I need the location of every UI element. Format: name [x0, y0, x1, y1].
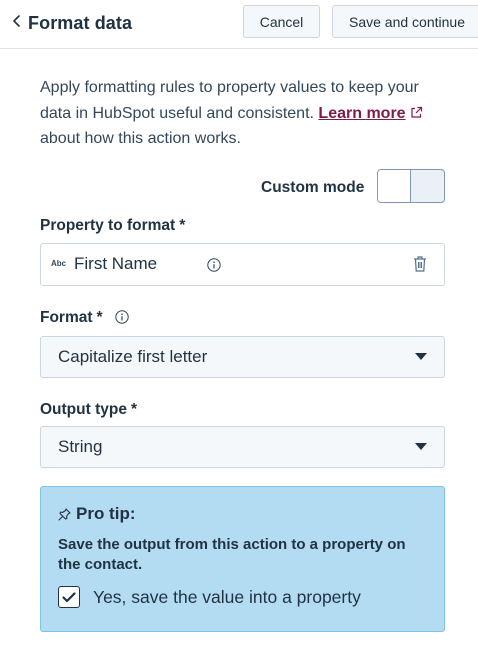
output-type-label-text: Output type — [40, 401, 127, 418]
learn-more-link[interactable]: Learn more — [318, 105, 405, 122]
back-button[interactable]: Format data — [10, 6, 132, 40]
format-selected-value: Capitalize first letter — [58, 347, 208, 366]
pin-icon — [58, 507, 71, 521]
custom-mode-label: Custom mode — [261, 179, 365, 196]
toggle-knob — [378, 170, 411, 202]
caret-down-icon — [415, 443, 427, 450]
intro-text-after: about how this action works. — [40, 130, 241, 147]
info-icon[interactable] — [115, 310, 129, 324]
required-mark: * — [96, 309, 103, 326]
output-type-select[interactable]: String — [40, 426, 445, 468]
property-to-format-label: Property to format * — [40, 217, 185, 235]
trash-icon[interactable] — [413, 255, 427, 273]
format-select[interactable]: Capitalize first letter — [40, 336, 445, 378]
required-mark: * — [130, 401, 138, 418]
selected-property-name: First Name — [74, 254, 158, 273]
save-value-checkbox-label[interactable]: Yes, save the value into a property — [93, 587, 361, 608]
custom-mode-toggle[interactable] — [377, 169, 445, 203]
property-to-format-field[interactable]: Abc First Name — [40, 243, 445, 286]
save-value-checkbox[interactable] — [58, 586, 80, 608]
save-and-continue-button[interactable]: Save and continue — [332, 5, 478, 38]
output-type-selected-value: String — [58, 437, 103, 456]
panel-header: Format data Cancel Save and continue — [0, 0, 478, 49]
external-link-icon[interactable] — [410, 106, 423, 119]
pro-tip-title-text: Pro tip: — [76, 504, 136, 523]
checkmark-icon — [62, 591, 76, 602]
property-label-text: Property to format — [40, 217, 176, 234]
required-mark: * — [179, 217, 186, 234]
chevron-left-icon — [13, 15, 20, 27]
format-label: Format * — [40, 309, 129, 327]
intro-text: Apply formatting rules to property value… — [40, 75, 450, 152]
output-type-label: Output type * — [40, 401, 137, 419]
page-title: Format data — [28, 12, 133, 33]
pro-tip-body: Save the output from this action to a pr… — [58, 536, 406, 573]
pro-tip-title: Pro tip: — [58, 504, 136, 524]
pro-tip-box: Pro tip: Save the output from this actio… — [40, 486, 445, 632]
format-label-text: Format — [40, 309, 93, 326]
format-data-panel: Format data Cancel Save and continue App… — [0, 0, 478, 662]
caret-down-icon — [415, 353, 427, 360]
text-type-badge: Abc — [51, 259, 67, 268]
save-value-checkbox-row[interactable]: Yes, save the value into a property — [58, 586, 361, 608]
learn-more-label[interactable]: Learn more — [318, 105, 405, 122]
cancel-button[interactable]: Cancel — [243, 5, 320, 38]
info-icon[interactable] — [207, 258, 221, 272]
